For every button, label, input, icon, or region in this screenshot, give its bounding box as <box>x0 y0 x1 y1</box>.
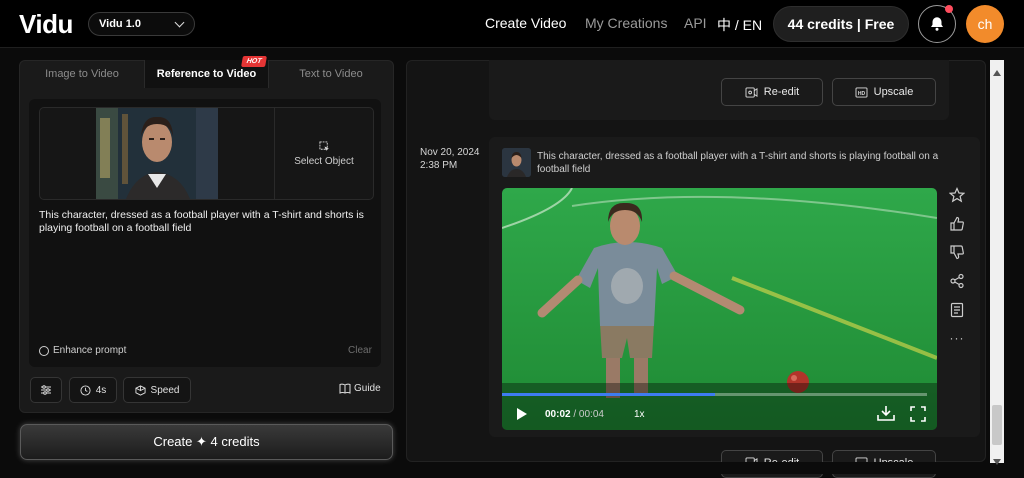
enhance-prompt-toggle[interactable]: Enhance prompt <box>39 345 126 356</box>
details-icon <box>950 302 964 318</box>
arrow-up-icon <box>993 70 1001 76</box>
speed-label: Speed <box>150 384 180 396</box>
guide-label: Guide <box>354 383 381 394</box>
duration-button[interactable]: 4s <box>69 377 117 403</box>
clock-icon <box>80 384 91 396</box>
favorite-button[interactable] <box>947 185 967 205</box>
speed-button[interactable]: Speed <box>123 377 191 403</box>
star-icon <box>949 187 965 203</box>
reedit-icon <box>745 86 758 98</box>
avatar[interactable]: ch <box>966 5 1004 43</box>
duration-label: 4s <box>95 384 107 396</box>
progress-fill <box>502 393 715 396</box>
nav-my-creations[interactable]: My Creations <box>585 15 667 31</box>
nav-create-video[interactable]: Create Video <box>485 15 566 31</box>
dislike-button[interactable] <box>947 242 967 262</box>
bell-icon <box>931 17 943 31</box>
logo[interactable]: Vidu <box>19 9 73 40</box>
prompt-input[interactable]: This character, dressed as a football pl… <box>39 209 373 235</box>
thumbs-down-icon <box>950 245 964 260</box>
speed-icon <box>134 384 146 396</box>
download-icon <box>877 406 895 421</box>
upscale-label-top: Upscale <box>873 86 914 98</box>
book-icon <box>339 383 351 394</box>
thumbs-up-icon <box>950 216 964 231</box>
sliders-icon <box>41 385 51 395</box>
playback-speed[interactable]: 1x <box>634 409 645 420</box>
more-icon: ··· <box>949 331 965 345</box>
result-date: Nov 20, 2024 <box>420 147 480 158</box>
create-button[interactable]: Create ✦ 4 credits <box>20 424 393 460</box>
settings-button[interactable] <box>30 377 62 403</box>
model-select-label: Vidu 1.0 <box>99 18 141 30</box>
result-prompt: This character, dressed as a football pl… <box>537 151 939 175</box>
fullscreen-icon <box>910 406 926 422</box>
upscale-button-top[interactable]: HD Upscale <box>832 78 936 106</box>
model-select[interactable]: Vidu 1.0 <box>88 12 195 36</box>
credits-button[interactable]: 44 credits | Free <box>773 6 909 42</box>
chevron-down-icon <box>174 17 185 28</box>
select-object-button[interactable]: Select Object <box>274 108 373 199</box>
tab-image-to-video[interactable]: Image to Video <box>20 60 144 88</box>
result-time: 2:38 PM <box>420 160 458 171</box>
reference-image[interactable] <box>96 108 218 199</box>
enhance-prompt-label: Enhance prompt <box>53 345 127 356</box>
scroll-thumb[interactable] <box>992 405 1002 445</box>
more-button[interactable]: ··· <box>947 328 967 348</box>
play-icon <box>517 408 527 420</box>
arrow-down-icon <box>993 459 1001 465</box>
svg-text:HD: HD <box>857 90 865 96</box>
time-separator: / <box>570 409 579 420</box>
time-display: 00:02 / 00:04 <box>545 409 604 420</box>
video-player[interactable]: 00:02 / 00:04 1x <box>502 188 937 430</box>
like-button[interactable] <box>947 214 967 234</box>
share-button[interactable] <box>947 271 967 291</box>
reference-thumbnail <box>502 148 531 177</box>
radio-icon <box>39 345 49 356</box>
hot-badge: HOT <box>241 56 267 67</box>
share-icon <box>950 273 964 289</box>
play-button[interactable] <box>516 407 528 426</box>
timestamp: Nov 20, 2024 2:38 PM <box>420 146 480 172</box>
clear-button[interactable]: Clear <box>348 345 372 356</box>
bottom-mask <box>406 462 1024 474</box>
select-object-icon <box>318 140 329 151</box>
download-button[interactable] <box>877 405 895 426</box>
current-time: 00:02 <box>545 409 571 420</box>
total-time: 00:04 <box>578 409 604 420</box>
notification-dot <box>945 5 953 13</box>
scroll-up-button[interactable] <box>993 63 1001 81</box>
details-button[interactable] <box>947 300 967 320</box>
scrollbar[interactable] <box>990 60 1004 463</box>
tab-text-to-video[interactable]: Text to Video <box>269 60 393 88</box>
reedit-button-top[interactable]: Re-edit <box>721 78 823 106</box>
select-object-label: Select Object <box>294 155 354 167</box>
guide-button[interactable]: Guide <box>339 383 381 394</box>
hd-icon: HD <box>855 86 868 98</box>
language-switch[interactable]: 中 / EN <box>717 15 762 35</box>
reedit-label-top: Re-edit <box>763 86 800 98</box>
scroll-down-button[interactable] <box>993 452 1001 470</box>
nav-api[interactable]: API <box>684 15 707 31</box>
fullscreen-button[interactable] <box>910 406 926 427</box>
